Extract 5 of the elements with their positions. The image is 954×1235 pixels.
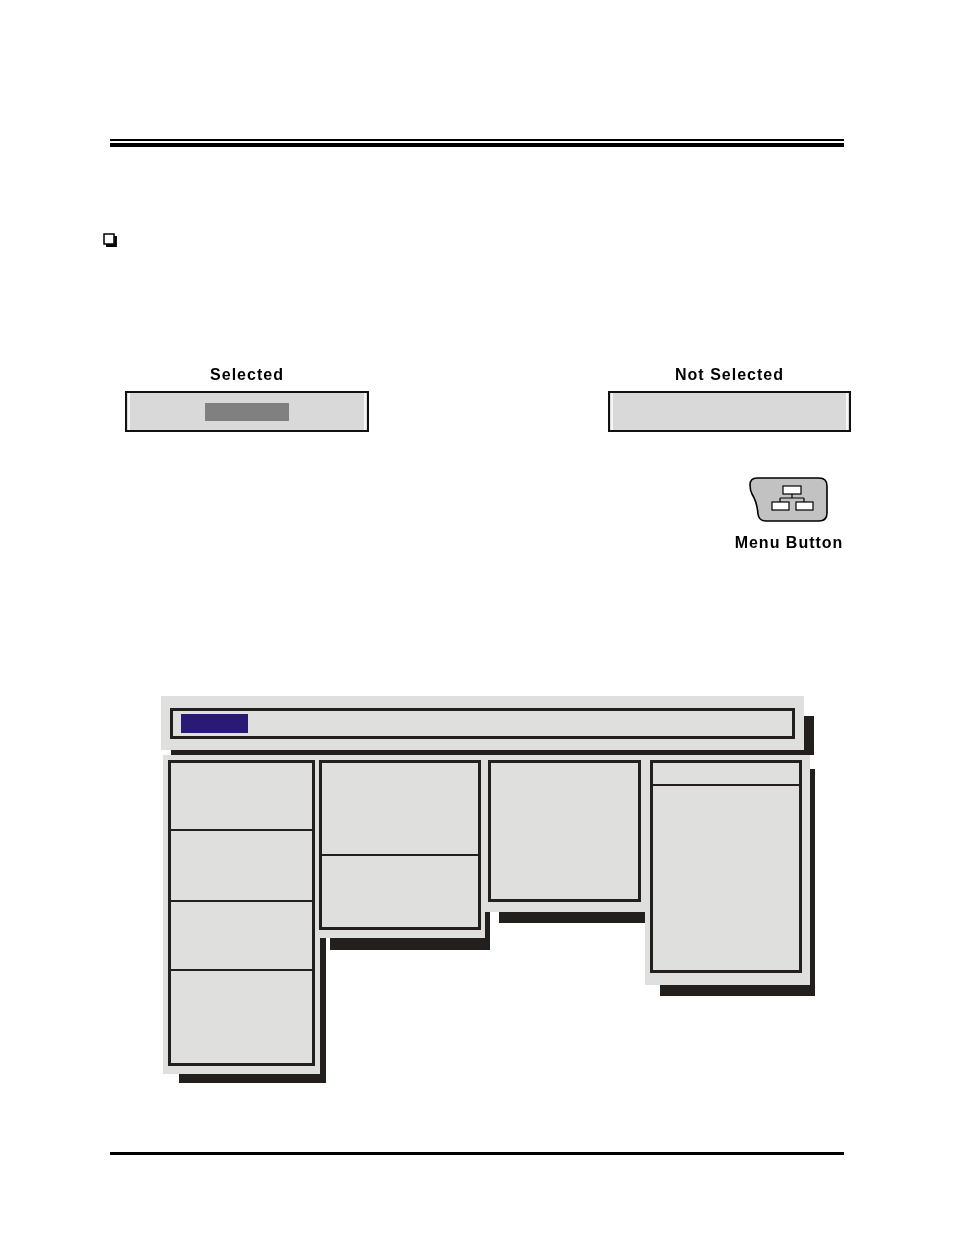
example-label: Selected [210, 366, 284, 384]
square-bullet-icon [103, 233, 117, 247]
sitemap-key-icon [749, 477, 829, 522]
example-label: Not Selected [675, 366, 784, 384]
icon-caption: Menu Button [734, 534, 844, 552]
